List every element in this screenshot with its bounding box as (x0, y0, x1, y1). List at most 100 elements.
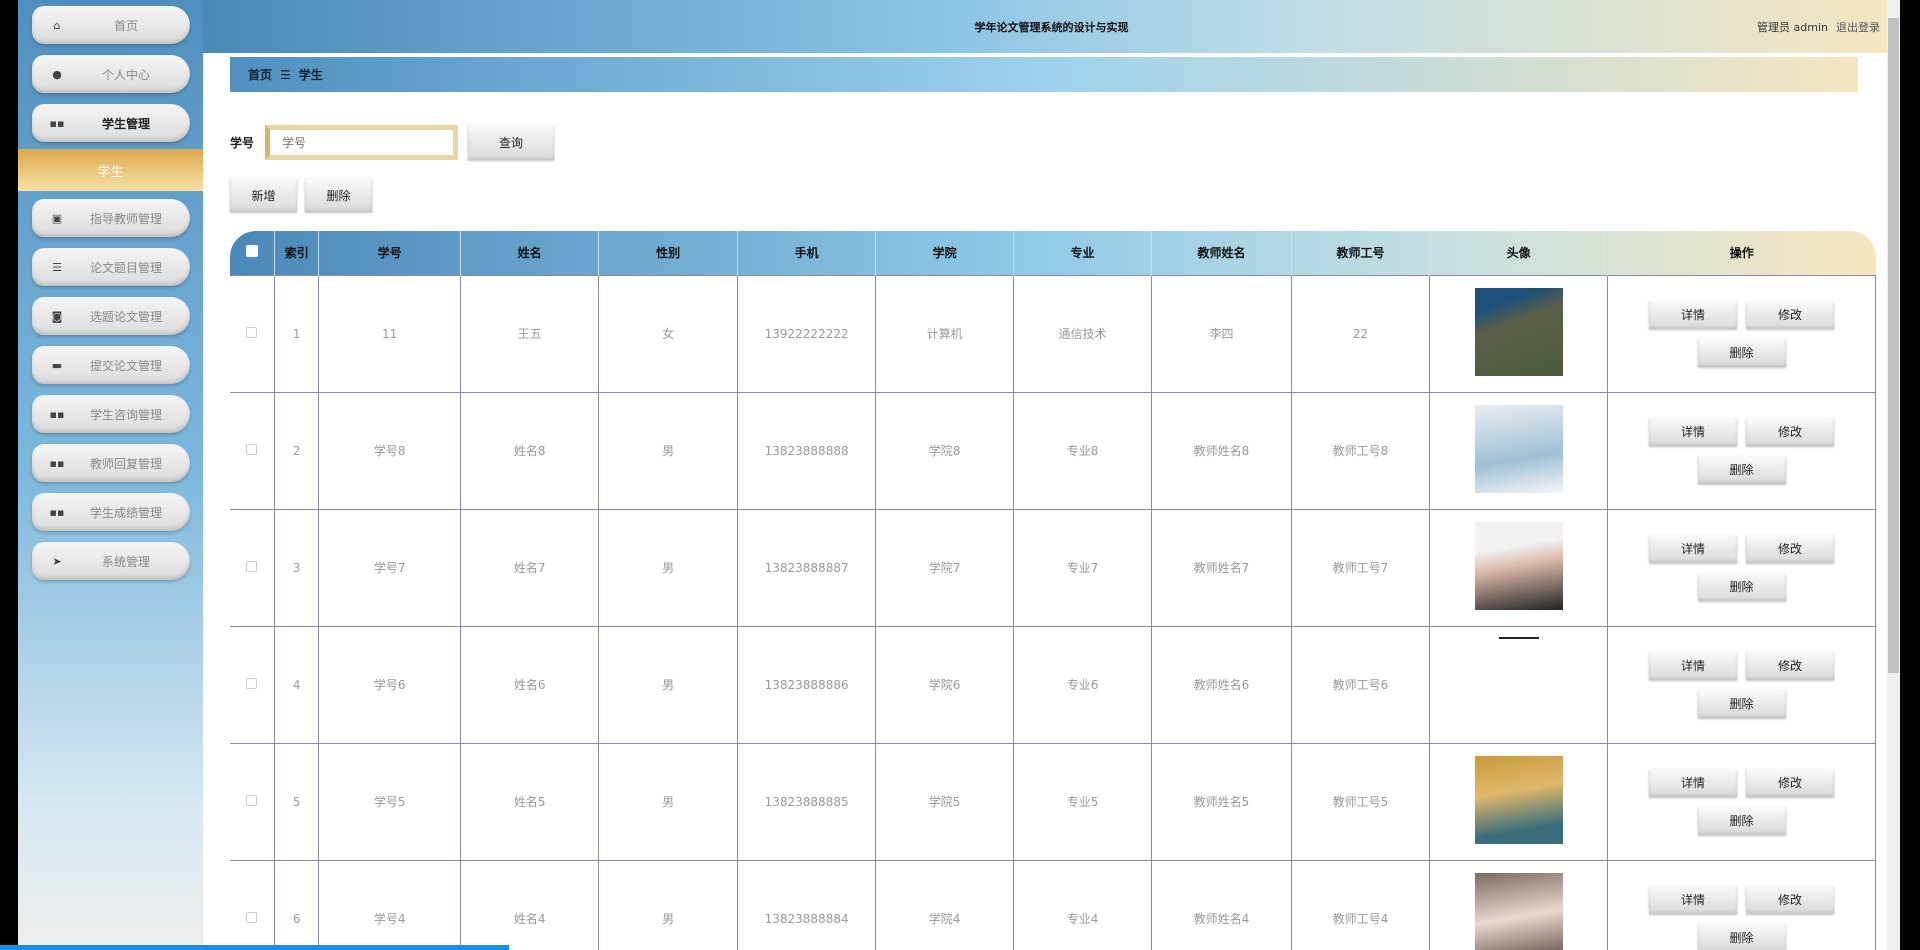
table-row: 1 11 王五女 13922222222 计算机 通信技术 李四 22 详情 修改 删除 (230, 274, 1876, 393)
sidebar-item-10[interactable]: ➤ 系统管理 (32, 542, 190, 580)
vertical-scrollbar[interactable] (1887, 0, 1900, 950)
cell: 学号7 (318, 508, 461, 627)
detail-button[interactable]: 详情 (1649, 768, 1738, 797)
avatar-cell (1429, 859, 1609, 950)
row-delete-button[interactable]: 删除 (1697, 806, 1786, 835)
detail-button[interactable]: 详情 (1649, 300, 1738, 329)
edit-button[interactable]: 修改 (1746, 300, 1835, 329)
cell: 2 (273, 391, 320, 510)
edit-button[interactable]: 修改 (1746, 534, 1835, 563)
table-header: 索引 学号 姓名 性别 手机 学院 专业 教师姓名 教师工号 头像 操作 (230, 231, 1876, 275)
row-delete-button[interactable]: 删除 (1697, 923, 1786, 950)
edit-button[interactable]: 修改 (1746, 417, 1835, 446)
detail-button[interactable]: 详情 (1649, 534, 1738, 563)
sidebar-item-5[interactable]: ◙ 选题论文管理 (32, 297, 190, 335)
row-delete-button[interactable]: 删除 (1697, 572, 1786, 601)
cell: 1 (273, 274, 320, 393)
cell: 姓名8 (459, 391, 600, 510)
avatar-cell (1429, 625, 1609, 744)
add-button[interactable]: 新增 (230, 178, 297, 212)
cell: 学号6 (318, 625, 461, 744)
sidebar-item-8[interactable]: ▪▪ 教师回复管理 (32, 444, 190, 482)
avatar (1474, 288, 1563, 376)
cell: 男 (598, 391, 738, 510)
sidebar-item-label: 选题论文管理 (89, 309, 162, 324)
cell: 教师姓名6 (1151, 625, 1292, 744)
breadcrumb-separator-icon: ☰ (280, 67, 291, 82)
table-row: 4 学号6 姓名6 男 13823888886 学院6 专业6 教师姓名6 教师工号6 详情 修… (230, 625, 1876, 744)
detail-button[interactable]: 详情 (1649, 651, 1738, 680)
column-header: 学院 (875, 231, 1014, 275)
user-area: 管理员 admin 退出登录 (1757, 19, 1880, 35)
logout-link[interactable]: 退出登录 (1836, 21, 1880, 34)
sidebar-item-7[interactable]: ▪▪ 学生咨询管理 (32, 395, 190, 433)
cell: 男 (598, 625, 738, 744)
edit-button[interactable]: 修改 (1746, 651, 1835, 680)
cell: 4 (273, 625, 320, 744)
actions-cell: 详情 修改 删除 (1607, 859, 1876, 950)
sidebar-item-label: 教师回复管理 (89, 456, 162, 471)
user-label: 管理员 admin (1757, 21, 1828, 34)
cell: 专业7 (1012, 508, 1153, 627)
row-delete-button[interactable]: 删除 (1697, 455, 1786, 484)
query-button[interactable]: 查询 (468, 125, 554, 160)
cell: 通信技术 (1012, 274, 1153, 393)
cell: 学院4 (875, 859, 1014, 950)
cell: 6 (273, 859, 320, 950)
cell: 教师工号5 (1290, 742, 1431, 861)
sidebar-item-2[interactable]: ▪▪ 学生管理 (32, 104, 190, 142)
sidebar-item-label: 指导教师管理 (89, 211, 162, 226)
row-checkbox[interactable] (230, 508, 275, 627)
grid-icon: ▪▪ (49, 116, 65, 130)
scrollbar-thumb[interactable] (1888, 18, 1899, 673)
student-table: 索引 学号 姓名 性别 手机 学院 专业 教师姓名 教师工号 头像 操作 1 11 王五女 1392222… (230, 231, 1876, 950)
sidebar-item-label: 论文题目管理 (89, 260, 162, 275)
row-delete-button[interactable]: 删除 (1697, 689, 1786, 718)
table-row: 5 学号5 姓名5 男 13823888885 学院5 专业5 教师姓名5 教师工号5 详情 修… (230, 742, 1876, 861)
cell: 13823888887 (736, 508, 877, 627)
search-input[interactable] (265, 125, 458, 160)
grid-icon: ▪▪ (49, 407, 65, 421)
column-header: 性别 (598, 231, 738, 275)
avatar-cell (1429, 274, 1609, 393)
sidebar-item-6[interactable]: ▬ 提交论文管理 (32, 346, 190, 384)
row-checkbox[interactable] (230, 859, 275, 950)
select-all-checkbox[interactable] (230, 231, 275, 275)
sidebar-subitem-student[interactable]: 学生 (18, 149, 203, 191)
avatar (1474, 873, 1563, 950)
detail-button[interactable]: 详情 (1649, 885, 1738, 914)
edit-button[interactable]: 修改 (1746, 885, 1835, 914)
search-label: 学号 (230, 136, 255, 150)
actions-cell: 详情 修改 删除 (1607, 742, 1876, 861)
cell: 教师姓名8 (1151, 391, 1292, 510)
sidebar-item-1[interactable]: ● 个人中心 (32, 55, 190, 93)
breadcrumb-home[interactable]: 首页 (248, 66, 272, 83)
actions-cell: 详情 修改 删除 (1607, 274, 1876, 393)
table-row: 2 学号8 姓名8 男 13823888888 学院8 专业8 教师姓名8 教师工号8 详情 修… (230, 391, 1876, 510)
sidebar-item-4[interactable]: ☰ 论文题目管理 (32, 248, 190, 286)
sidebar-item-3[interactable]: ▣ 指导教师管理 (32, 199, 190, 237)
video-progress-bar[interactable] (0, 945, 509, 950)
column-header: 教师工号 (1291, 231, 1431, 275)
delete-button[interactable]: 删除 (305, 178, 372, 212)
row-delete-button[interactable]: 删除 (1697, 338, 1786, 367)
sidebar-item-9[interactable]: ▪▪ 学生成绩管理 (32, 493, 190, 531)
edit-button[interactable]: 修改 (1746, 768, 1835, 797)
detail-button[interactable]: 详情 (1649, 417, 1738, 446)
cell: 13823888885 (736, 742, 877, 861)
avatar (1474, 756, 1563, 844)
row-checkbox[interactable] (230, 742, 275, 861)
sidebar-item-label: 个人中心 (101, 67, 150, 82)
sidebar-item-label: 学生成绩管理 (89, 505, 162, 520)
cell: 男 (598, 508, 738, 627)
row-checkbox[interactable] (230, 274, 275, 393)
avatar (1498, 636, 1539, 639)
sidebar-item-0[interactable]: ⌂ 首页 (32, 6, 190, 44)
table-row: 3 学号7 姓名7 男 13823888887 学院7 专业7 教师姓名7 教师工号7 详情 修… (230, 508, 1876, 627)
row-checkbox[interactable] (230, 625, 275, 744)
cell: 学号5 (318, 742, 461, 861)
cell: 专业8 (1012, 391, 1153, 510)
cell: 教师工号7 (1290, 508, 1431, 627)
actions-cell: 详情 修改 删除 (1607, 391, 1876, 510)
row-checkbox[interactable] (230, 391, 275, 510)
